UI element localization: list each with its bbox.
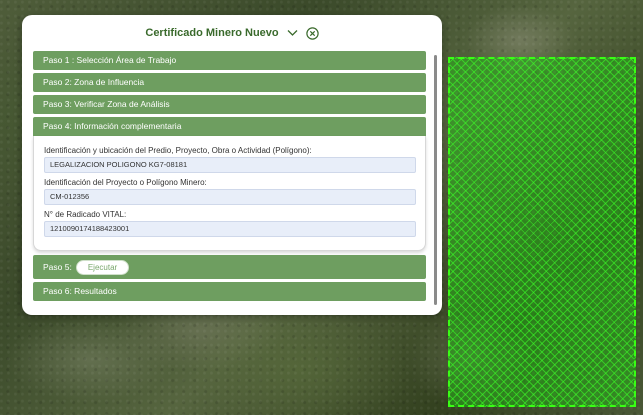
vital-number-label: N° de Radicado VITAL:: [44, 210, 127, 219]
step-5-label: Paso 5:: [43, 262, 72, 272]
step-1-header[interactable]: Paso 1 : Selección Área de Trabajo: [33, 51, 426, 70]
run-button[interactable]: Ejecutar: [75, 259, 130, 275]
project-id-label: Identificación del Proyecto o Polígono M…: [44, 178, 207, 187]
panel-header: Certificado Minero Nuevo: [22, 17, 442, 49]
panel-scrollbar[interactable]: [434, 55, 437, 305]
steps-accordion: Paso 1 : Selección Área de Trabajo Paso …: [33, 51, 426, 304]
chevron-down-icon[interactable]: [287, 29, 298, 37]
step-4-header[interactable]: Paso 4: Información complementaria: [33, 117, 426, 136]
step-4-content: Identificación y ubicación del Predio, P…: [33, 136, 426, 251]
step-6-header[interactable]: Paso 6: Resultados: [33, 282, 426, 301]
project-id-field[interactable]: CM-012356: [44, 189, 416, 205]
step-3-header[interactable]: Paso 3: Verificar Zona de Análisis: [33, 95, 426, 114]
certificate-panel: Certificado Minero Nuevo Paso 1 : Selecc…: [22, 15, 442, 315]
polygon-id-field[interactable]: LEGALIZACION POLIGONO KG7-08181: [44, 157, 416, 173]
step-2-header[interactable]: Paso 2: Zona de Influencia: [33, 73, 426, 92]
selected-polygon[interactable]: [448, 57, 636, 407]
step-5-header: Paso 5: Ejecutar: [33, 255, 426, 279]
polygon-id-label: Identificación y ubicación del Predio, P…: [44, 146, 312, 155]
vital-number-field[interactable]: 1210090174188423001: [44, 221, 416, 237]
circle-close-icon[interactable]: [305, 26, 319, 40]
panel-title: Certificado Minero Nuevo: [145, 27, 279, 39]
